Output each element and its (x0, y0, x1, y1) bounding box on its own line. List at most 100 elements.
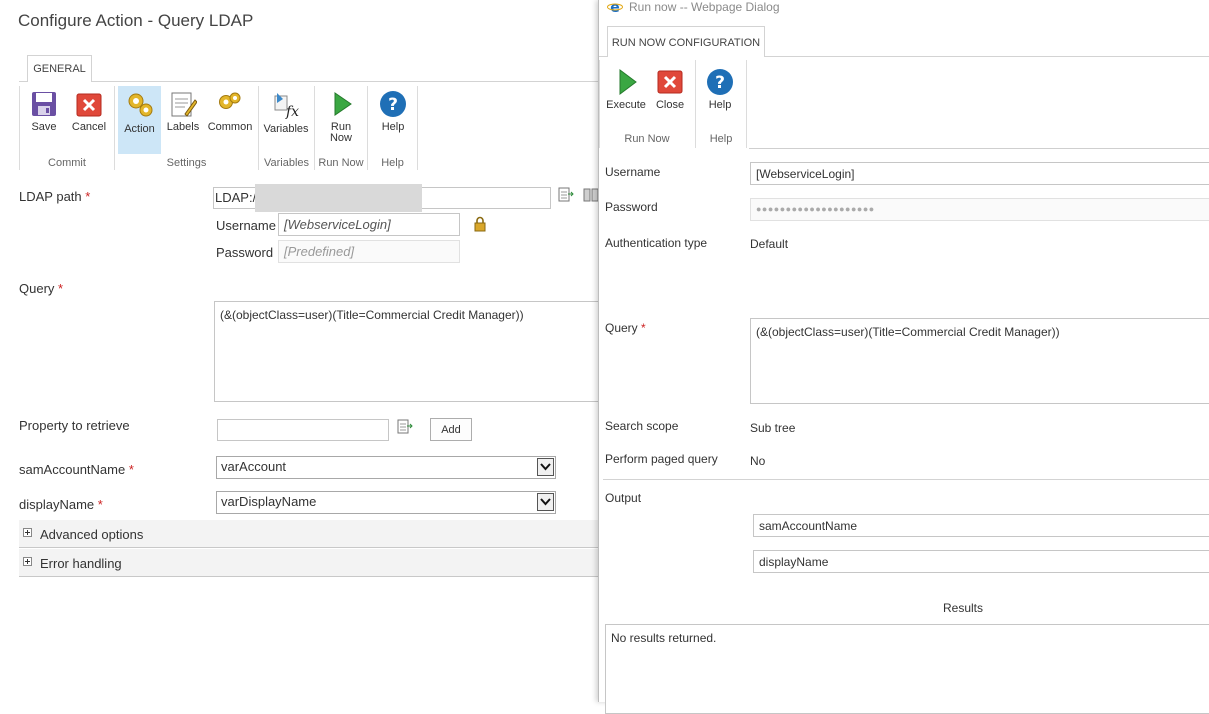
execute-label: Execute (606, 99, 646, 111)
close-icon (657, 70, 683, 94)
tab-divider (599, 56, 607, 57)
sam-select[interactable]: varAccount (216, 456, 556, 479)
browse-icon[interactable] (397, 419, 413, 435)
save-button[interactable]: Save (24, 90, 64, 152)
dialog-password-label: Password (605, 200, 658, 214)
advanced-options-section[interactable]: Advanced options (19, 520, 600, 548)
search-scope-label: Search scope (605, 419, 679, 433)
group-settings: Settings (166, 157, 207, 169)
action-button[interactable]: Action (118, 86, 161, 154)
help-button[interactable]: ? Help (372, 90, 414, 152)
add-button[interactable]: Add (430, 418, 472, 441)
required-mark: * (128, 462, 134, 477)
advanced-options-title: Advanced options (40, 527, 144, 542)
cancel-button[interactable]: Cancel (68, 90, 110, 152)
group-help: Help (381, 157, 404, 169)
play-icon (619, 69, 637, 95)
sam-label-text: samAccountName (19, 462, 126, 477)
page-title: Configure Action - Query LDAP (18, 11, 254, 30)
tab-divider (19, 81, 27, 82)
run-now-dialog: e Run now -- Webpage Dialog RUN NOW CONF… (598, 0, 1209, 714)
gears-icon (219, 92, 241, 109)
tab-divider (765, 56, 1209, 57)
property-label: Property to retrieve (19, 418, 130, 433)
query-label-text: Query (19, 281, 55, 296)
display-label-text: displayName (19, 497, 95, 512)
browse-icon[interactable] (558, 187, 574, 203)
required-mark: * (97, 497, 103, 512)
results-label: Results (943, 601, 984, 615)
redacted-area (255, 184, 422, 212)
output-item[interactable]: samAccountName (753, 514, 1209, 537)
tab-run-now-configuration-label: RUN NOW CONFIGURATION (611, 37, 761, 49)
expand-icon[interactable] (23, 528, 32, 537)
save-label: Save (31, 121, 57, 133)
query-label: Query * (19, 281, 63, 296)
labels-button[interactable]: Labels (163, 90, 203, 152)
variables-fx-icon: fx (274, 93, 299, 120)
required-mark: * (641, 321, 646, 335)
results-box: No results returned. (605, 624, 1209, 714)
svg-text:e: e (610, 0, 620, 14)
username-input[interactable]: [WebserviceLogin] (278, 213, 460, 236)
output-item[interactable]: displayName (753, 550, 1209, 573)
ldap-path-label: LDAP path * (19, 189, 90, 204)
help-label: Help (381, 121, 405, 133)
run-now-button[interactable]: Run Now (318, 90, 364, 152)
error-handling-title: Error handling (40, 556, 122, 571)
variables-button[interactable]: fx Variables (262, 90, 310, 152)
dialog-title: Run now -- Webpage Dialog (629, 0, 780, 14)
display-select-value: varDisplayName (221, 494, 317, 509)
common-button[interactable]: Common (206, 90, 254, 152)
group-run-now: Run Now (624, 133, 670, 145)
expand-icon[interactable] (23, 557, 32, 566)
close-button[interactable]: Close (650, 68, 690, 114)
cancel-label: Cancel (71, 121, 107, 133)
dialog-query-textarea[interactable]: (&(objectClass=user)(Title=Commercial Cr… (750, 318, 1209, 404)
output-divider (603, 479, 1209, 480)
ribbon-bottom-line (749, 148, 1209, 149)
chevron-down-icon[interactable] (537, 493, 554, 511)
error-handling-section[interactable]: Error handling (19, 549, 600, 577)
ribbon-separator (746, 60, 747, 148)
execute-button[interactable]: Execute (605, 68, 647, 114)
svg-text:?: ? (388, 95, 398, 115)
tab-general-label: GENERAL (33, 63, 86, 75)
ldap-path-label-text: LDAP path (19, 189, 82, 204)
dialog-username-input[interactable]: [WebserviceLogin] (750, 162, 1209, 185)
output-label: Output (605, 491, 642, 505)
dialog-query-label: Query * (605, 321, 646, 335)
configure-action-panel: Configure Action - Query LDAP GENERAL Sa… (0, 0, 602, 702)
dialog-help-label: Help (708, 99, 732, 111)
chevron-down-icon[interactable] (537, 458, 554, 476)
auth-type-value: Default (750, 237, 789, 251)
auth-type-label: Authentication type (605, 236, 708, 250)
action-label: Action (124, 123, 155, 135)
svg-text:fx: fx (285, 104, 299, 120)
dialog-query-label-text: Query (605, 321, 638, 335)
ribbon-separator (417, 86, 418, 170)
sam-label: samAccountName * (19, 462, 134, 477)
dialog-password-input[interactable]: ●●●●●●●●●●●●●●●●●●●● (750, 198, 1209, 221)
svg-text:?: ? (715, 73, 725, 93)
close-label: Close (655, 99, 685, 111)
property-input[interactable] (217, 419, 389, 441)
group-variables: Variables (263, 157, 310, 169)
tab-divider (92, 81, 600, 82)
dialog-help-button[interactable]: ? Help (699, 68, 741, 114)
labels-label: Labels (166, 121, 200, 133)
password-input[interactable]: [Predefined] (278, 240, 460, 263)
display-select[interactable]: varDisplayName (216, 491, 556, 514)
run-now-label: Run Now (329, 121, 352, 144)
tab-run-now-configuration[interactable]: RUN NOW CONFIGURATION (607, 26, 765, 57)
lock-icon[interactable] (473, 216, 487, 232)
play-icon (334, 92, 352, 116)
tab-general[interactable]: GENERAL (27, 55, 92, 82)
gears-icon (128, 93, 152, 117)
sam-select-value: varAccount (221, 459, 287, 474)
cancel-icon (76, 93, 102, 117)
common-label: Common (207, 121, 253, 133)
help-icon: ? (380, 91, 406, 117)
variables-label: Variables (263, 123, 309, 135)
query-textarea[interactable]: (&(objectClass=user)(Title=Commercial Cr… (214, 301, 602, 402)
